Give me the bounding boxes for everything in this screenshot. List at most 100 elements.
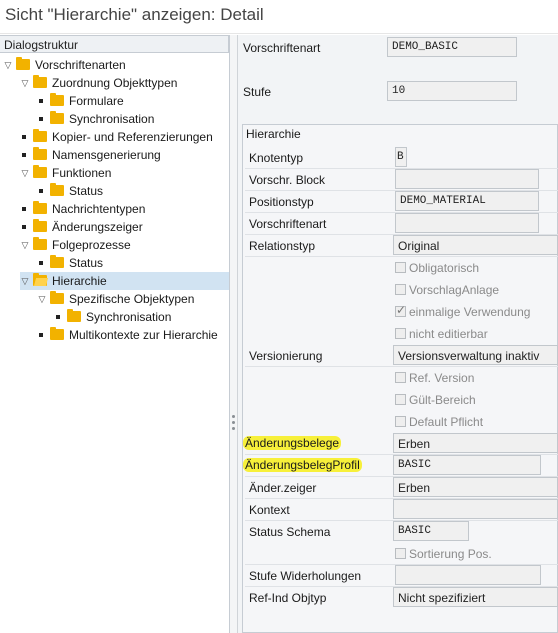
leaf-bullet-icon: [39, 99, 43, 103]
ref-version-checkbox[interactable]: Ref. Version: [395, 371, 474, 385]
tree-node-formulare[interactable]: Formulare: [37, 92, 227, 110]
tree-node-folgeprozesse[interactable]: ▽ Folgeprozesse: [20, 236, 225, 254]
aender-zeiger-label: Änder.zeiger: [249, 481, 317, 495]
folder-icon: [33, 219, 47, 232]
folder-icon: [50, 183, 64, 196]
leaf-bullet-icon: [39, 189, 43, 193]
group-title: Hierarchie: [246, 127, 301, 141]
relationstyp-label: Relationstyp: [249, 239, 316, 253]
aenderungsbelege-label: Änderungsbelege: [243, 436, 342, 450]
tree-node-synchronisation[interactable]: Synchronisation: [54, 308, 224, 326]
ref-ind-objtyp-field[interactable]: Nicht spezifiziert: [393, 587, 558, 607]
leaf-bullet-icon: [56, 315, 60, 319]
folder-icon: [33, 147, 47, 160]
collapse-icon[interactable]: ▽: [37, 290, 47, 308]
checkbox-icon: [395, 548, 406, 559]
folder-icon: [16, 57, 30, 70]
checkbox-icon: [395, 284, 406, 295]
collapse-icon[interactable]: ▽: [20, 272, 30, 290]
tree-node-vorschriftenarten[interactable]: ▽ Vorschriftenarten: [3, 56, 228, 74]
obligatorisch-checkbox[interactable]: Obligatorisch: [395, 261, 479, 275]
positionstyp-field[interactable]: DEMO_MATERIAL: [395, 191, 539, 211]
splitter-grip-icon: [232, 427, 235, 430]
tree-node-funktionen[interactable]: ▽ Funktionen: [20, 164, 225, 182]
tree-node-synchronisation[interactable]: Synchronisation: [37, 110, 227, 128]
checkbox-icon: [395, 328, 406, 339]
knotentyp-field[interactable]: B: [395, 147, 407, 167]
versionierung-field[interactable]: Versionsverwaltung inaktiv: [393, 345, 558, 365]
tree-node-namensgenerierung[interactable]: Namensgenerierung: [20, 146, 225, 164]
tree-node-spezifische-objektypen[interactable]: ▽ Spezifische Objektypen: [37, 290, 227, 308]
leaf-bullet-icon: [39, 333, 43, 337]
vorschriftenart-label: Vorschriftenart: [243, 41, 321, 55]
folder-icon: [33, 75, 47, 88]
guelt-bereich-checkbox[interactable]: Gült-Bereich: [395, 393, 476, 407]
tree-node-aenderungszeiger[interactable]: Änderungszeiger: [20, 218, 225, 236]
window-title: Sicht "Hierarchie" anzeigen: Detail: [0, 0, 558, 34]
checkmark-icon: [395, 303, 406, 317]
folder-icon: [50, 291, 64, 304]
splitter-grip-icon: [232, 415, 235, 418]
folder-icon: [50, 255, 64, 268]
vorschriftenart-field-2[interactable]: [395, 213, 539, 233]
collapse-icon[interactable]: ▽: [20, 74, 30, 92]
tree-node-nachrichtentypen[interactable]: Nachrichtentypen: [20, 200, 225, 218]
folder-icon: [33, 129, 47, 142]
aenderungsbelege-field[interactable]: Erben: [393, 433, 558, 453]
kontext-label: Kontext: [249, 503, 290, 517]
leaf-bullet-icon: [39, 261, 43, 265]
status-schema-label: Status Schema: [249, 525, 331, 539]
checkbox-icon: [395, 262, 406, 273]
divider: [245, 256, 558, 257]
collapse-icon[interactable]: ▽: [20, 236, 30, 254]
aenderungsbelegprofil-field[interactable]: BASIC: [393, 455, 541, 475]
folder-icon: [33, 165, 47, 178]
checkbox-icon: [395, 416, 406, 427]
tree-node-status[interactable]: Status: [37, 254, 227, 272]
dialog-structure-panel: Dialogstruktur ▽ Vorschriftenarten ▽ Zuo…: [0, 35, 230, 633]
tree-node-status[interactable]: Status: [37, 182, 227, 200]
divider: [245, 366, 558, 367]
tree-node-multikontexte[interactable]: Multikontexte zur Hierarchie: [37, 326, 227, 344]
tree-node-kopier-referenzierungen[interactable]: Kopier- und Referenzierungen: [20, 128, 225, 146]
folder-icon: [33, 201, 47, 214]
stufe-field[interactable]: 10: [387, 81, 517, 101]
stufe-label: Stufe: [243, 85, 272, 99]
vorschr-block-field[interactable]: [395, 169, 539, 189]
leaf-bullet-icon: [22, 153, 26, 157]
vorschr-block-label: Vorschr. Block: [249, 173, 326, 187]
tree-node-hierarchie[interactable]: ▽ Hierarchie: [20, 272, 229, 290]
leaf-bullet-icon: [22, 207, 26, 211]
folder-icon: [33, 237, 47, 250]
vorschlag-anlage-checkbox[interactable]: VorschlagAnlage: [395, 283, 499, 297]
checkbox-icon: [395, 394, 406, 405]
relationstyp-field[interactable]: Original: [393, 235, 558, 255]
einmalige-verwendung-checkbox[interactable]: einmalige Verwendung: [395, 303, 530, 319]
folder-icon: [50, 93, 64, 106]
tree-header: Dialogstruktur: [0, 35, 229, 53]
sortierung-pos-checkbox[interactable]: Sortierung Pos.: [395, 547, 492, 561]
kontext-field[interactable]: [393, 499, 558, 519]
open-folder-icon: [33, 273, 47, 286]
collapse-icon[interactable]: ▽: [20, 164, 30, 182]
knotentyp-label: Knotentyp: [249, 151, 304, 165]
tree-node-zuordnung-objekttypen[interactable]: ▽ Zuordnung Objekttypen: [20, 74, 225, 92]
nicht-editierbar-checkbox[interactable]: nicht editierbar: [395, 327, 488, 341]
status-schema-field[interactable]: BASIC: [393, 521, 469, 541]
leaf-bullet-icon: [39, 117, 43, 121]
detail-panel: Vorschriftenart DEMO_BASIC Stufe 10 Hier…: [238, 35, 558, 633]
versionierung-label: Versionierung: [249, 349, 323, 363]
aenderungsbelegprofil-label: ÄnderungsbelegProfil: [243, 458, 362, 472]
stufe-wiederholungen-field[interactable]: [395, 565, 541, 585]
stufe-wiederholungen-label: Stufe Widerholungen: [249, 569, 362, 583]
collapse-icon[interactable]: ▽: [3, 56, 13, 74]
leaf-bullet-icon: [22, 225, 26, 229]
aender-zeiger-field[interactable]: Erben: [393, 477, 558, 497]
vorschriftenart-field[interactable]: DEMO_BASIC: [387, 37, 517, 57]
panel-splitter[interactable]: [230, 35, 238, 633]
ref-ind-objtyp-label: Ref-Ind Objtyp: [249, 591, 327, 605]
folder-icon: [67, 309, 81, 322]
default-pflicht-checkbox[interactable]: Default Pflicht: [395, 415, 483, 429]
positionstyp-label: Positionstyp: [249, 195, 314, 209]
folder-icon: [50, 327, 64, 340]
